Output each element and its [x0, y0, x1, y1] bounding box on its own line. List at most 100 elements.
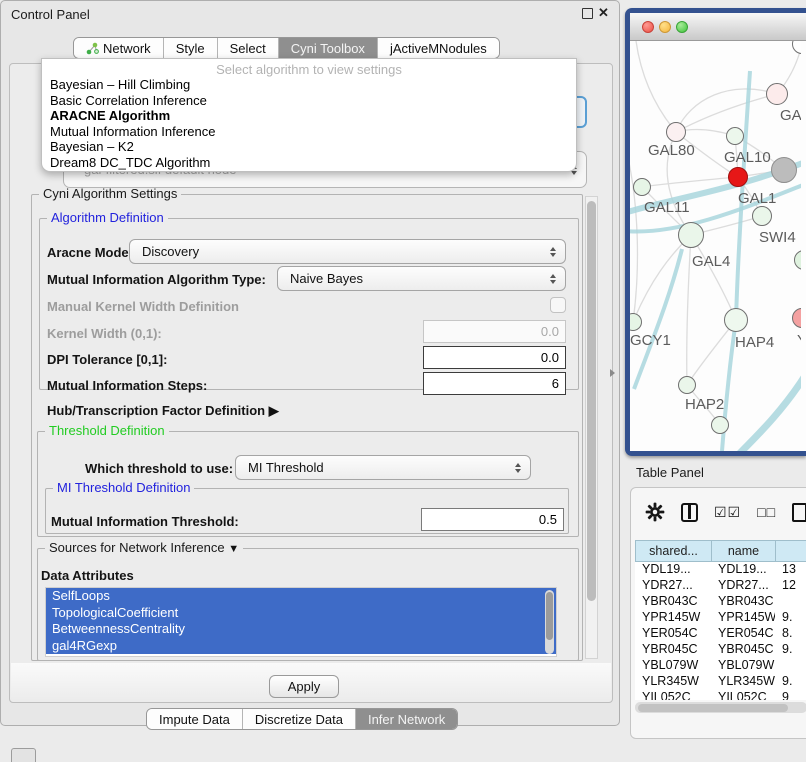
table-cell: 9.	[775, 674, 806, 690]
tab-cyni-toolbox[interactable]: Cyni Toolbox	[279, 38, 378, 58]
attribute-item[interactable]: SelfLoops	[46, 588, 556, 605]
column-header[interactable]	[775, 540, 806, 562]
corner-button[interactable]	[11, 748, 36, 762]
network-node-gal4[interactable]	[678, 222, 704, 248]
table-row[interactable]: YPR145WYPR145W9.	[635, 610, 806, 626]
aracne-mode-combo[interactable]: Discovery	[129, 239, 566, 264]
attribute-item[interactable]: gal4RGexp	[46, 638, 556, 655]
settings-scrollbar[interactable]	[585, 196, 598, 659]
dropdown-item[interactable]: Basic Correlation Inference	[42, 93, 576, 109]
network-node-gal[interactable]	[766, 83, 788, 105]
document-icon[interactable]	[792, 503, 806, 522]
close-icon[interactable]: ✕	[598, 5, 609, 21]
dropdown-item[interactable]: ARACNE Algorithm	[42, 108, 576, 124]
table-row[interactable]: YLR345WYLR345W9.	[635, 674, 806, 690]
mi-type-value: Naive Bayes	[290, 271, 363, 286]
split-pane-handle-icon[interactable]	[610, 369, 615, 377]
column-header[interactable]: name	[711, 540, 775, 562]
attribute-item[interactable]: TopologicalCoefficient	[46, 605, 556, 622]
close-traffic-light[interactable]	[642, 21, 654, 33]
mi-steps-field[interactable]: 6	[423, 372, 566, 395]
apply-button[interactable]: Apply	[269, 675, 339, 698]
network-node[interactable]	[711, 416, 729, 434]
which-threshold-combo[interactable]: MI Threshold	[235, 455, 531, 480]
table-horizontal-scrollbar[interactable]	[635, 702, 806, 713]
sources-toggle[interactable]: Sources for Network Inference ▼	[45, 541, 243, 556]
float-window-icon[interactable]	[582, 8, 593, 19]
network-node-hap4[interactable]	[724, 308, 748, 332]
dropdown-item[interactable]: Bayesian – Hill Climbing	[42, 77, 576, 93]
columns-icon[interactable]	[681, 503, 698, 522]
gear-icon[interactable]	[645, 502, 665, 522]
table-row[interactable]: YBR045CYBR045C9.	[635, 642, 806, 658]
dpi-tolerance-field[interactable]: 0.0	[423, 346, 566, 369]
table-row[interactable]: YBL079WYBL079W	[635, 658, 806, 674]
network-canvas[interactable]: GALGAL80GAL10GAL1GAL11SWI4GAL4GCY1HAP4YH…	[630, 41, 801, 451]
combo-arrows-icon	[550, 247, 556, 257]
tab-jactivemnodules[interactable]: jActiveMNodules	[378, 38, 499, 58]
tab-label: Infer Network	[368, 712, 445, 727]
data-attributes-list: SelfLoopsTopologicalCoefficientBetweenne…	[45, 587, 557, 657]
attributes-scrollbar[interactable]	[545, 590, 554, 654]
sources-title: Sources for Network Inference	[49, 540, 225, 555]
table-row[interactable]: YIL052CYIL052C9	[635, 690, 806, 700]
select-all-checkboxes-icon[interactable]: ☑☑	[714, 504, 741, 521]
node-label: GAL80	[648, 142, 695, 159]
settings-group-title: Cyni Algorithm Settings	[39, 187, 181, 201]
tab-infer-network[interactable]: Infer Network	[356, 709, 457, 729]
tab-label: Network	[103, 41, 151, 56]
tab-discretize-data[interactable]: Discretize Data	[243, 709, 356, 729]
table-row[interactable]: YDR27...YDR27...12	[635, 578, 806, 594]
dpi-tolerance-label: DPI Tolerance [0,1]:	[47, 352, 167, 367]
dropdown-item[interactable]: Dream8 DC_TDC Algorithm	[42, 155, 576, 171]
mi-threshold-title: MI Threshold Definition	[53, 481, 194, 495]
mi-type-combo[interactable]: Naive Bayes	[277, 266, 566, 291]
table-cell: YBL079W	[711, 658, 775, 674]
table-cell: YDL19...	[711, 562, 775, 578]
network-node-hap2[interactable]	[678, 376, 696, 394]
which-threshold-label: Which threshold to use:	[85, 461, 233, 476]
data-attributes-label: Data Attributes	[41, 568, 134, 583]
mi-type-label: Mutual Information Algorithm Type:	[47, 272, 266, 287]
node-label: GAL11	[644, 199, 690, 216]
table-cell: YPR145W	[711, 610, 775, 626]
minimize-traffic-light[interactable]	[659, 21, 671, 33]
dropdown-item[interactable]: Mutual Information Inference	[42, 124, 576, 140]
combo-arrows-icon	[550, 274, 556, 284]
table-row[interactable]: YER054CYER054C8.	[635, 626, 806, 642]
aracne-mode-value: Discovery	[142, 244, 199, 259]
network-node-gal1[interactable]	[728, 167, 748, 187]
top-tab-bar: Network StyleSelectCyni ToolboxjActiveMNo…	[73, 37, 500, 59]
network-node-swi4[interactable]	[752, 206, 772, 226]
dropdown-item[interactable]: Bayesian – K2	[42, 139, 576, 155]
network-node[interactable]	[771, 157, 797, 183]
tab-impute-data[interactable]: Impute Data	[147, 709, 243, 729]
node-label: HAP2	[685, 396, 724, 413]
network-node-gal11[interactable]	[633, 178, 651, 196]
tab-network[interactable]: Network	[74, 38, 164, 58]
table-cell: YIL052C	[635, 690, 711, 700]
node-label: GAL1	[738, 190, 776, 207]
table-cell: YBR045C	[711, 642, 775, 658]
dropdown-items: Bayesian – Hill ClimbingBasic Correlatio…	[42, 77, 576, 170]
hub-section-toggle[interactable]: Hub/Transcription Factor Definition ▶	[47, 403, 279, 419]
table-cell: YER054C	[711, 626, 775, 642]
table-row[interactable]: YBR043CYBR043C	[635, 594, 806, 610]
column-header[interactable]: shared...	[635, 540, 711, 562]
network-node-gal80[interactable]	[666, 122, 686, 142]
zoom-traffic-light[interactable]	[676, 21, 688, 33]
tab-select[interactable]: Select	[218, 38, 279, 58]
manual-kernel-checkbox[interactable]	[550, 297, 566, 313]
network-window-titlebar[interactable]	[630, 13, 806, 41]
deselect-all-checkboxes-icon[interactable]: □□	[757, 504, 776, 520]
attribute-item[interactable]: BetweennessCentrality	[46, 621, 556, 638]
table-row[interactable]: YDL19...YDL19...13	[635, 562, 806, 578]
network-node-gal10[interactable]	[726, 127, 744, 145]
tab-style[interactable]: Style	[164, 38, 218, 58]
table-cell: YLR345W	[635, 674, 711, 690]
table-cell: YBR043C	[711, 594, 775, 610]
table-cell: 9	[775, 690, 806, 700]
table-cell: 12	[775, 578, 806, 594]
mi-threshold-field[interactable]: 0.5	[421, 508, 564, 531]
kernel-width-field[interactable]: 0.0	[423, 320, 566, 343]
